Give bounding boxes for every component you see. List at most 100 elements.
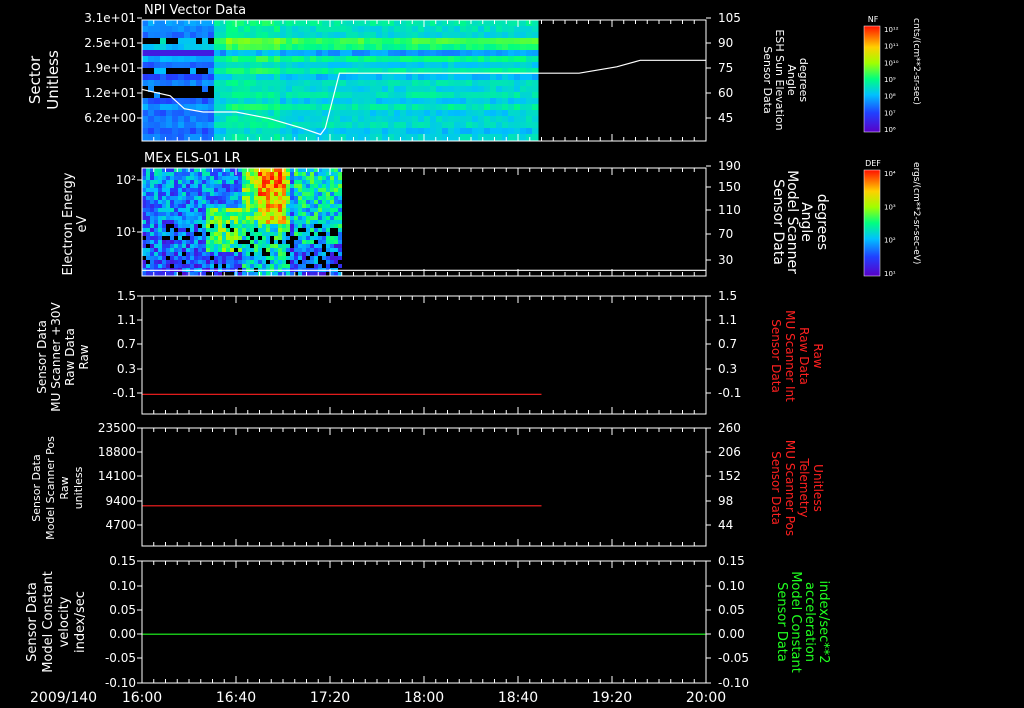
spectrogram-cell	[246, 208, 250, 212]
spectrogram-cell	[478, 128, 485, 134]
spectrogram-cell	[210, 216, 214, 220]
y-tick-label-left: 1.1	[117, 313, 136, 327]
spectrogram-cell	[418, 38, 425, 44]
spectrogram-cell	[166, 240, 170, 244]
spectrogram-cell	[412, 110, 419, 116]
spectrogram-cell	[166, 44, 173, 50]
spectrogram-cell	[338, 192, 342, 196]
spectrogram-cell	[270, 208, 274, 212]
spectrogram-cell	[190, 196, 194, 200]
spectrogram-cell	[262, 220, 266, 224]
spectrogram-cell	[418, 32, 425, 38]
spectrogram-cell	[430, 98, 437, 104]
spectrogram-cell	[514, 38, 521, 44]
spectrogram-cell	[330, 252, 334, 256]
spectrogram-cell	[292, 80, 299, 86]
spectrogram-cell	[222, 172, 226, 176]
x-tick-label: 18:40	[498, 690, 538, 706]
spectrogram-cell	[218, 184, 222, 188]
spectrogram-cell	[202, 116, 209, 122]
spectrogram-cell	[198, 252, 202, 256]
spectrogram-cell	[238, 208, 242, 212]
spectrogram-cell	[208, 86, 215, 92]
spectrogram-cell	[274, 224, 278, 228]
spectrogram-cell	[210, 200, 214, 204]
spectrogram-cell	[214, 110, 221, 116]
spectrogram-cell	[244, 128, 251, 134]
spectrogram-cell	[466, 80, 473, 86]
spectrogram-cell	[460, 74, 467, 80]
spectrogram-cell	[314, 204, 318, 208]
spectrogram-cell	[190, 86, 197, 92]
y-tick-label-right: 206	[718, 445, 741, 459]
spectrogram-cell	[472, 86, 479, 92]
spectrogram-cell	[290, 220, 294, 224]
spectrogram-cell	[478, 38, 485, 44]
spectrogram-cell	[178, 134, 185, 141]
spectrogram-cell	[172, 110, 179, 116]
spectrogram-cell	[298, 264, 302, 268]
spectrogram-cell	[376, 80, 383, 86]
spectrogram-cell	[466, 20, 473, 26]
spectrogram-cell	[226, 176, 230, 180]
spectrogram-cell	[206, 188, 210, 192]
spectrogram-cell	[418, 50, 425, 56]
spectrogram-cell	[292, 104, 299, 110]
spectrogram-cell	[346, 62, 353, 68]
spectrogram-cell	[266, 172, 270, 176]
spectrogram-cell	[460, 50, 467, 56]
spectrogram-cell	[346, 98, 353, 104]
spectrogram-cell	[232, 44, 239, 50]
spectrogram-cell	[196, 116, 203, 122]
spectrogram-cell	[292, 32, 299, 38]
spectrogram-cell	[206, 168, 210, 172]
spectrogram-cell	[310, 80, 317, 86]
spectrogram-cell	[274, 212, 278, 216]
spectrogram-cell	[142, 208, 146, 212]
spectrogram-cell	[454, 44, 461, 50]
spectrogram-cell	[318, 184, 322, 188]
spectrogram-cell	[322, 240, 326, 244]
spectrogram-cell	[142, 212, 146, 216]
spectrogram-cell	[394, 44, 401, 50]
spectrogram-cell	[158, 204, 162, 208]
spectrogram-cell	[222, 212, 226, 216]
spectrogram-cell	[508, 134, 515, 141]
spectrogram-cell	[146, 204, 150, 208]
panel-frame	[141, 427, 707, 547]
spectrogram-cell	[442, 110, 449, 116]
spectrogram-cell	[222, 228, 226, 232]
spectrogram-cell	[484, 74, 491, 80]
spectrogram-cell	[278, 192, 282, 196]
spectrogram-cell	[172, 68, 179, 74]
spectrogram-cell	[190, 116, 197, 122]
spectrogram-cell	[326, 212, 330, 216]
spectrogram-cell	[334, 116, 341, 122]
spectrogram-cell	[210, 264, 214, 268]
spectrogram-cell	[306, 172, 310, 176]
spectrogram-cell	[502, 104, 509, 110]
spectrogram-cell	[340, 26, 347, 32]
spectrogram-cell	[364, 110, 371, 116]
spectrogram-cell	[376, 104, 383, 110]
colorbar	[863, 25, 881, 133]
spectrogram-cell	[286, 104, 293, 110]
spectrogram-cell	[334, 184, 338, 188]
spectrogram-cell	[150, 224, 154, 228]
spectrogram-cell	[202, 128, 209, 134]
spectrogram-cell	[448, 86, 455, 92]
spectrogram-cell	[478, 122, 485, 128]
spectrogram-cell	[160, 74, 167, 80]
spectrogram-cell	[222, 224, 226, 228]
y-axis-label-left: Raw	[77, 344, 91, 369]
spectrogram-cell	[232, 62, 239, 68]
spectrogram-cell	[256, 104, 263, 110]
spectrogram-cell	[262, 264, 266, 268]
spectrogram-cell	[198, 204, 202, 208]
spectrogram-cell	[186, 256, 190, 260]
spectrogram-cell	[202, 26, 209, 32]
spectrogram-cell	[254, 236, 258, 240]
spectrogram-cell	[292, 56, 299, 62]
spectrogram-cell	[514, 104, 521, 110]
spectrogram-cell	[424, 38, 431, 44]
